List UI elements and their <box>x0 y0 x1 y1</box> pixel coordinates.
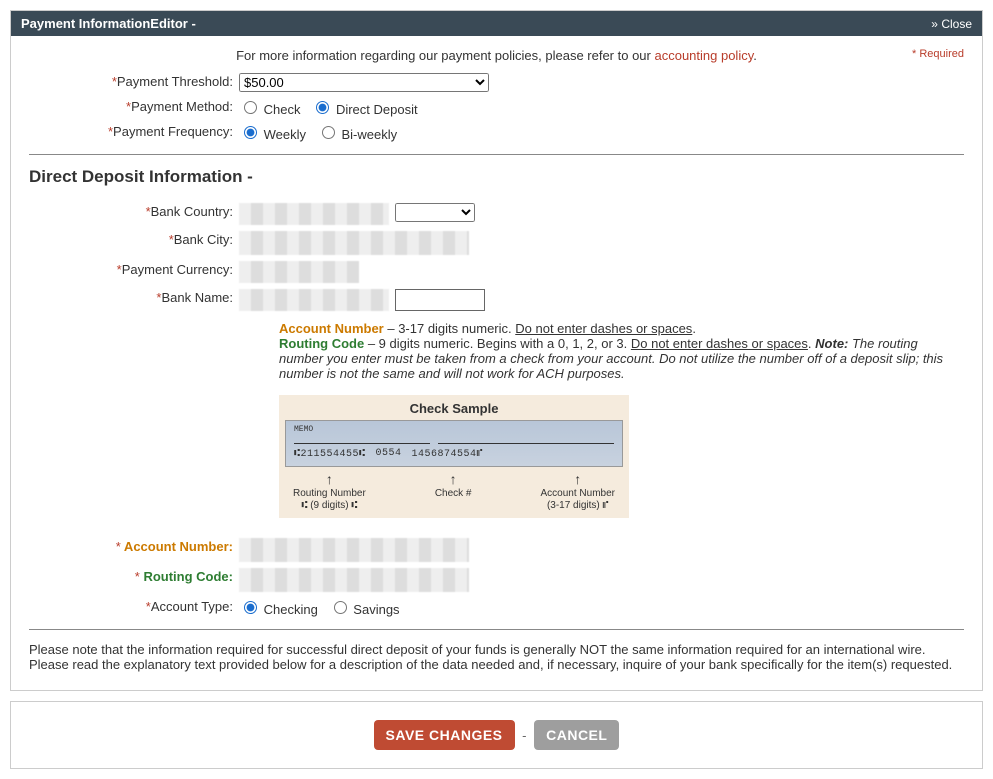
payment-currency-redacted <box>239 261 359 283</box>
label-routing-code: * Routing Code: <box>29 566 239 584</box>
account-type-checking-option[interactable]: Checking <box>239 602 318 617</box>
label-bank-name: *Bank Name: <box>29 287 239 305</box>
label-account-number: * Account Number: <box>29 536 239 554</box>
label-account-type: *Account Type: <box>29 596 239 614</box>
row-routing-code: * Routing Code: <box>29 566 964 592</box>
bank-name-redacted <box>239 289 389 311</box>
frequency-weekly-option[interactable]: Weekly <box>239 127 306 142</box>
cancel-button[interactable]: CANCEL <box>534 720 619 750</box>
label-bank-country: *Bank Country: <box>29 201 239 219</box>
bank-city-redacted <box>239 231 469 255</box>
account-type-checking-radio[interactable] <box>244 601 257 614</box>
bank-name-input[interactable] <box>395 289 485 311</box>
label-payment-threshold: *Payment Threshold: <box>29 71 239 89</box>
frequency-weekly-radio[interactable] <box>244 126 257 139</box>
account-number-hint: Account Number – 3-17 digits numeric. Do… <box>279 321 944 336</box>
bank-country-redacted <box>239 203 389 225</box>
check-sample-body: MEMO ⑆211554455⑆ 0554 1456874554⑈ <box>285 420 623 467</box>
required-note: * Required <box>912 48 964 60</box>
label-bank-city: *Bank City: <box>29 229 239 247</box>
routing-code-hint: Routing Code – 9 digits numeric. Begins … <box>279 336 944 381</box>
save-button[interactable]: SAVE CHANGES <box>374 720 515 750</box>
close-button[interactable]: Close <box>931 17 972 31</box>
button-panel: SAVE CHANGES - CANCEL <box>10 701 983 769</box>
panel-title: Payment InformationEditor - <box>21 16 196 31</box>
row-payment-method: *Payment Method: Check Direct Deposit <box>29 96 964 117</box>
row-payment-threshold: *Payment Threshold: $50.00 <box>29 71 964 92</box>
accounting-policy-link[interactable]: accounting policy <box>654 48 753 63</box>
intro-text-after: . <box>753 48 757 63</box>
intro-text-before: For more information regarding our payme… <box>236 48 654 63</box>
payment-threshold-select[interactable]: $50.00 <box>239 73 489 92</box>
frequency-biweekly-option[interactable]: Bi-weekly <box>317 127 397 142</box>
row-payment-currency: *Payment Currency: <box>29 259 964 283</box>
check-sample-title: Check Sample <box>285 401 623 416</box>
button-separator: - <box>522 728 526 743</box>
method-check-option[interactable]: Check <box>239 102 300 117</box>
hints-block: Account Number – 3-17 digits numeric. Do… <box>279 321 944 381</box>
account-type-savings-radio[interactable] <box>334 601 347 614</box>
footer-note: Please note that the information require… <box>29 642 964 672</box>
row-bank-name: *Bank Name: <box>29 287 964 311</box>
row-payment-frequency: *Payment Frequency: Weekly Bi-weekly <box>29 121 964 142</box>
editor-panel: Payment InformationEditor - Close For mo… <box>10 10 983 691</box>
account-number-redacted <box>239 538 469 562</box>
frequency-biweekly-radio[interactable] <box>322 126 335 139</box>
row-bank-city: *Bank City: <box>29 229 964 255</box>
intro-row: For more information regarding our payme… <box>29 48 964 63</box>
separator-2 <box>29 629 964 630</box>
check-sample-labels: ↑Routing Number⑆ (9 digits) ⑆ ↑Check # ↑… <box>285 471 623 512</box>
label-payment-currency: *Payment Currency: <box>29 259 239 277</box>
method-direct-deposit-option[interactable]: Direct Deposit <box>311 102 417 117</box>
direct-deposit-section-title: Direct Deposit Information - <box>29 167 964 187</box>
label-payment-method: *Payment Method: <box>29 96 239 114</box>
row-bank-country: *Bank Country: <box>29 201 964 225</box>
account-type-savings-option[interactable]: Savings <box>329 602 400 617</box>
separator <box>29 154 964 155</box>
row-account-type: *Account Type: Checking Savings <box>29 596 964 617</box>
panel-header: Payment InformationEditor - Close <box>11 11 982 36</box>
row-account-number: * Account Number: <box>29 536 964 562</box>
routing-code-redacted <box>239 568 469 592</box>
label-payment-frequency: *Payment Frequency: <box>29 121 239 139</box>
method-check-radio[interactable] <box>244 101 257 114</box>
check-sample: Check Sample MEMO ⑆211554455⑆ 0554 14568… <box>279 395 964 518</box>
method-direct-deposit-radio[interactable] <box>316 101 329 114</box>
bank-country-select[interactable] <box>395 203 475 222</box>
panel-body: For more information regarding our payme… <box>11 36 982 690</box>
